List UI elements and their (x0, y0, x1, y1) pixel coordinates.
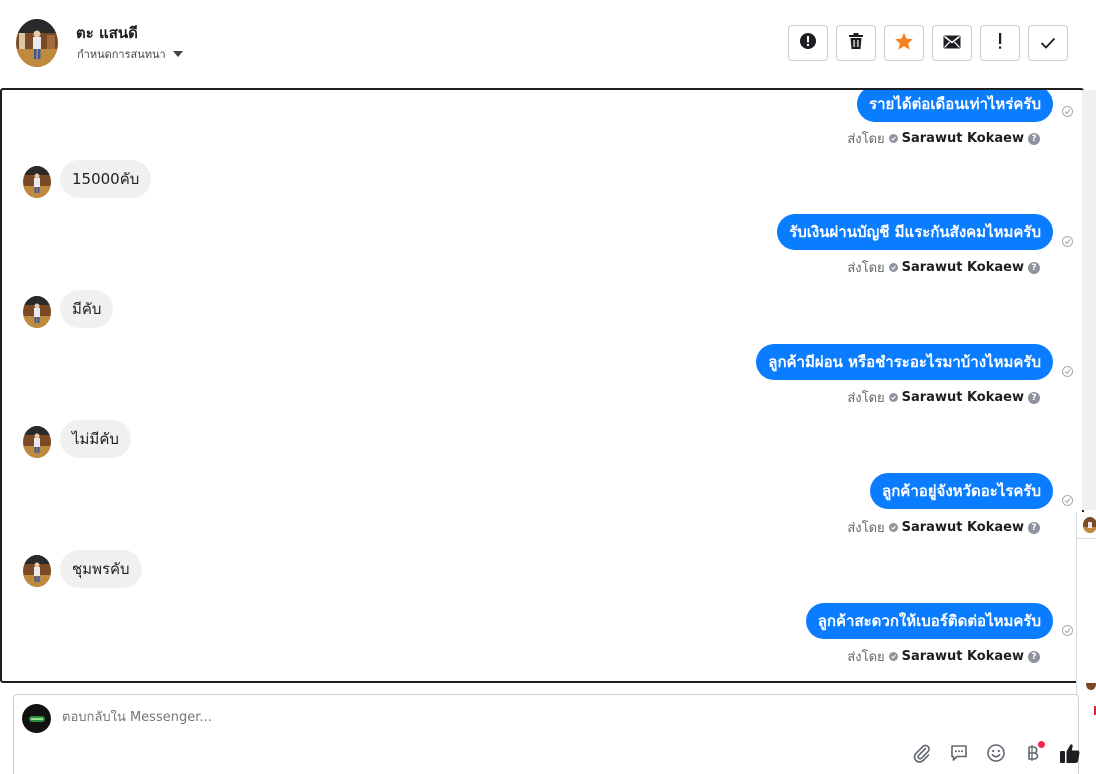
trash-icon (848, 32, 864, 54)
sent-by-label: ส่งโดย Sarawut Kokaew ? (847, 257, 1040, 278)
sent-by-label: ส่งโดย Sarawut Kokaew ? (847, 387, 1040, 408)
done-button[interactable] (1028, 25, 1068, 61)
star-icon (894, 32, 914, 55)
sent-by-prefix: ส่งโดย (847, 650, 885, 665)
thumbs-up-icon (1059, 742, 1081, 768)
side-panel-edge (1076, 512, 1096, 774)
mark-unread-button[interactable] (932, 25, 972, 61)
outgoing-message[interactable]: รับเงินผ่านบัญชี มีแระกันสังคมไหมครับ (777, 214, 1053, 250)
sent-by-label: ส่งโดย Sarawut Kokaew ? (847, 128, 1040, 149)
assign-label: กำหนดการสนทนา (77, 48, 166, 61)
contact-name[interactable]: ตะ แสนดี (76, 21, 138, 45)
contact-avatar-small (23, 555, 51, 587)
reply-input[interactable] (62, 710, 662, 725)
saved-reply-button[interactable] (947, 743, 971, 767)
incoming-message[interactable]: มีคับ (60, 290, 114, 328)
sent-check-icon (1062, 106, 1073, 117)
follow-up-button[interactable] (980, 25, 1020, 61)
sent-by-prefix: ส่งโดย (847, 132, 885, 147)
emoji-button[interactable] (984, 743, 1008, 767)
saved-reply-icon (949, 743, 969, 767)
contact-avatar-small (23, 166, 51, 198)
sender-name: Sarawut Kokaew (901, 260, 1024, 275)
sent-by-prefix: ส่งโดย (847, 391, 885, 406)
emoji-icon (986, 743, 1006, 767)
sent-by-prefix: ส่งโดย (847, 521, 885, 536)
verified-dot-icon (888, 393, 898, 402)
verified-dot-icon (888, 134, 898, 143)
sent-by-label: ส่งโดย Sarawut Kokaew ? (847, 517, 1040, 538)
verified-dot-icon (888, 652, 898, 661)
verified-dot-icon (888, 263, 898, 272)
sent-by-prefix: ส่งโดย (847, 261, 885, 276)
help-icon[interactable]: ? (1028, 261, 1040, 274)
sent-by-label: ส่งโดย Sarawut Kokaew ? (847, 646, 1040, 667)
contact-avatar-tiny (1083, 517, 1096, 533)
sent-check-icon (1062, 236, 1073, 247)
side-divider (1077, 538, 1096, 539)
sender-name: Sarawut Kokaew (901, 649, 1024, 664)
attach-icon (912, 743, 932, 767)
sender-name: Sarawut Kokaew (901, 131, 1024, 146)
assign-conversation-dropdown[interactable]: กำหนดการสนทนา (77, 45, 183, 63)
thread-scrollbar[interactable] (1082, 90, 1096, 510)
conversation-actions (788, 25, 1068, 61)
inbox-conversation-view: ตะ แสนดี กำหนดการสนทนา รายได้ต่อเดือนเท่… (0, 0, 1096, 774)
help-icon[interactable]: ? (1028, 521, 1040, 534)
contact-avatar-small (23, 296, 51, 328)
envelope-icon (943, 34, 961, 53)
notification-dot (1038, 741, 1045, 748)
like-button[interactable] (1058, 743, 1082, 767)
reply-composer (13, 694, 1082, 774)
outgoing-message[interactable]: ลูกค้ามีผ่อน หรือชำระอะไรมาบ้างไหมครับ (756, 344, 1053, 380)
attach-button[interactable] (910, 743, 934, 767)
alert-circle-icon (799, 32, 817, 54)
help-icon[interactable]: ? (1028, 391, 1040, 404)
contact-avatar-tiny (1086, 679, 1096, 690)
help-icon[interactable]: ? (1028, 132, 1040, 145)
contact-avatar[interactable] (16, 19, 58, 67)
sent-check-icon (1062, 366, 1073, 377)
star-button[interactable] (884, 25, 924, 61)
sent-check-icon (1062, 495, 1073, 506)
composer-tools (910, 741, 1082, 767)
message-thread[interactable]: รายได้ต่อเดือนเท่าไหร่ครับ ส่งโดย Sarawu… (0, 88, 1084, 683)
page-avatar (22, 704, 51, 733)
delete-button[interactable] (836, 25, 876, 61)
incoming-message[interactable]: ไม่มีคับ (60, 420, 131, 458)
spam-button[interactable] (788, 25, 828, 61)
outgoing-message[interactable]: รายได้ต่อเดือนเท่าไหร่ครับ (857, 90, 1053, 122)
payment-button[interactable] (1021, 741, 1045, 767)
outgoing-message[interactable]: ลูกค้าอยู่จังหวัดอะไรครับ (870, 473, 1053, 509)
sender-name: Sarawut Kokaew (901, 390, 1024, 405)
sender-name: Sarawut Kokaew (901, 520, 1024, 535)
incoming-message[interactable]: 15000คับ (60, 160, 152, 198)
conversation-header: ตะ แสนดี กำหนดการสนทนา (0, 0, 1096, 88)
contact-avatar-small (23, 426, 51, 458)
caret-down-icon (172, 51, 183, 57)
help-icon[interactable]: ? (1028, 650, 1040, 663)
verified-dot-icon (888, 523, 898, 532)
check-icon (1040, 34, 1056, 53)
sent-check-icon (1062, 625, 1073, 636)
outgoing-message[interactable]: ลูกค้าสะดวกให้เบอร์ติดต่อไหมครับ (805, 603, 1053, 639)
incoming-message[interactable]: ชุมพรคับ (60, 550, 142, 588)
exclamation-icon (997, 32, 1003, 54)
